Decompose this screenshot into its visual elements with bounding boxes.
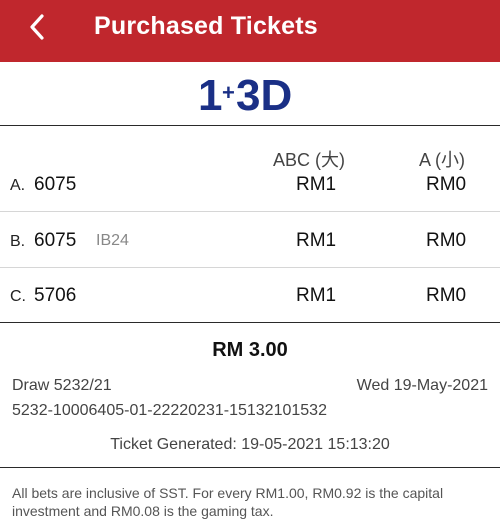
row-letter: C. bbox=[10, 288, 26, 305]
ticket-row: A. 6075 RM1 RM0 bbox=[0, 158, 500, 212]
ticket-row: B. 6075 IB24 RM1 RM0 bbox=[0, 214, 500, 268]
ticket-number: 5706 bbox=[34, 285, 77, 306]
a-amount: RM0 bbox=[426, 230, 467, 251]
divider bbox=[0, 467, 500, 468]
chevron-left-icon bbox=[30, 14, 44, 40]
purchased-tickets-screen: Purchased Tickets 1 + 3D ABC (大) A (小) A… bbox=[0, 0, 500, 529]
abc-amount: RM1 bbox=[296, 230, 337, 251]
total-amount: RM 3.00 bbox=[212, 339, 288, 361]
bet-tag: IB24 bbox=[96, 232, 129, 249]
page-title: Purchased Tickets bbox=[94, 12, 318, 40]
ticket-row: C. 5706 RM1 RM0 bbox=[0, 269, 500, 323]
row-letter: B. bbox=[10, 233, 26, 250]
game-logo: 1 + 3D bbox=[198, 71, 292, 120]
ticket-serial: 5232-10006405-01-22220231-15132101532 bbox=[12, 402, 327, 419]
app-header: Purchased Tickets bbox=[0, 0, 500, 62]
row-letter: A. bbox=[10, 177, 26, 194]
tax-disclaimer: All bets are inclusive of SST. For every… bbox=[12, 485, 444, 519]
a-amount: RM0 bbox=[426, 285, 467, 306]
draw-date: Wed 19-May-2021 bbox=[356, 377, 488, 394]
logo-part-3d: 3D bbox=[236, 71, 292, 120]
back-button[interactable] bbox=[22, 12, 52, 42]
draw-number: Draw 5232/21 bbox=[12, 377, 112, 394]
a-amount: RM0 bbox=[426, 174, 467, 195]
ticket-number: 6075 bbox=[34, 230, 77, 251]
ticket-generated-time: Ticket Generated: 19-05-2021 15:13:20 bbox=[110, 436, 390, 453]
logo-plus: + bbox=[222, 80, 235, 105]
logo-part-1: 1 bbox=[198, 71, 222, 120]
abc-amount: RM1 bbox=[296, 285, 337, 306]
abc-amount: RM1 bbox=[296, 174, 337, 195]
ticket-number: 6075 bbox=[34, 174, 77, 195]
